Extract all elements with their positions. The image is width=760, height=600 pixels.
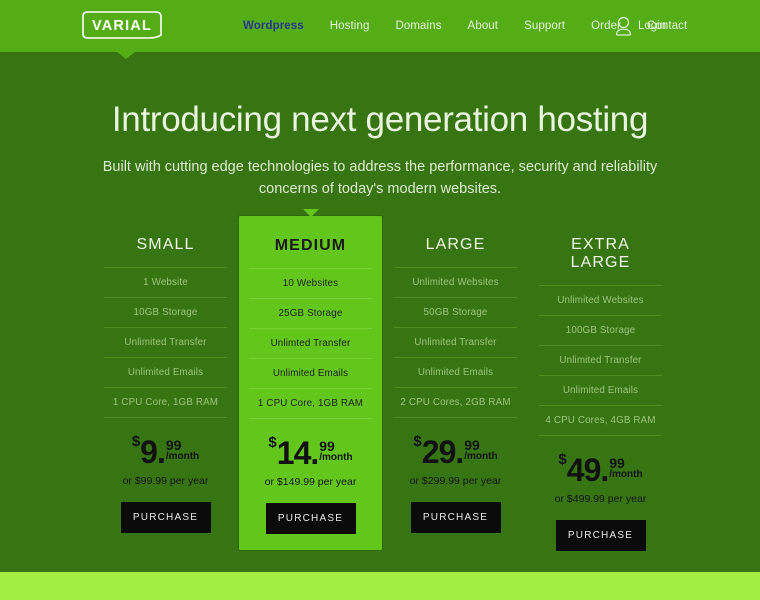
purchase-button[interactable]: PURCHASE <box>410 502 501 533</box>
purchase-button[interactable]: PURCHASE <box>265 503 356 534</box>
plan-yearly-price: or $499.99 per year <box>554 493 647 505</box>
site-header: VARIAL Wordpress Hosting Domains About S… <box>0 0 760 52</box>
plan-feature: Unlimited Transfer <box>124 337 207 348</box>
price-decimal-dot: . <box>600 452 610 488</box>
price-cents: 99 <box>165 437 182 453</box>
plan-divider <box>104 417 227 418</box>
page-title: Introducing next generation hosting <box>111 100 649 139</box>
plan-feature: Unlimited Emails <box>417 367 494 378</box>
price-currency: $ <box>558 451 567 468</box>
login-button[interactable]: Login <box>615 0 666 52</box>
plan-feature: 1 Website <box>143 277 188 288</box>
plan-price: $29. 99/month <box>410 434 502 468</box>
plan-yearly-price: or $149.99 per year <box>264 476 357 488</box>
purchase-button[interactable]: PURCHASE <box>120 502 211 533</box>
svg-text:VARIAL: VARIAL <box>92 18 152 34</box>
price-period: /month <box>609 469 643 480</box>
user-icon <box>615 16 632 36</box>
price-currency: $ <box>131 433 141 450</box>
price-period: /month <box>165 451 200 462</box>
plan-feature: 25GB Storage <box>278 308 343 319</box>
varial-logo[interactable]: VARIAL <box>79 9 165 41</box>
plan-feature: Unlimited Transfer <box>559 355 642 366</box>
plan-feature: Unlimited Emails <box>272 368 349 379</box>
price-cents: 99 <box>464 437 480 453</box>
price-amount: 14 <box>276 435 312 471</box>
price-decimal-dot: . <box>156 434 166 470</box>
plan-title: MEDIUM <box>274 237 347 254</box>
plan-feature: Unlimted Transfer <box>270 338 351 349</box>
nav-item-hosting[interactable]: Hosting <box>317 20 383 32</box>
plan-feature: 10 Websites <box>282 278 339 289</box>
plan-title: LARGE <box>425 236 486 253</box>
pricing-table: SMALL 1 Website 10GB Storage Unlimited T… <box>93 209 673 551</box>
hero-subtitle: Built with cutting edge technologies to … <box>102 158 658 197</box>
plan-price: $14. 99/month <box>265 435 357 469</box>
price-decimal-dot: . <box>455 434 465 470</box>
plan-feature: Unlimited Emails <box>127 367 204 378</box>
plan-price-block: $29. 99/month or $299.99 per year <box>410 434 502 487</box>
plan-feature: 2 CPU Cores, 2GB RAM <box>400 397 511 408</box>
price-currency: $ <box>268 434 277 451</box>
price-amount: 49 <box>566 452 602 488</box>
plan-feature: 1 CPU Core, 1GB RAM <box>112 397 219 408</box>
price-currency: $ <box>413 433 422 450</box>
plan-feature: 10GB Storage <box>133 307 198 318</box>
header-pointer-notch <box>117 52 135 59</box>
plan-price-block: $9. 99/month or $99.99 per year <box>123 434 209 487</box>
price-amount: 9 <box>140 434 158 470</box>
plan-divider <box>539 435 662 436</box>
plan-title: EXTRA LARGE <box>570 236 631 271</box>
plan-divider <box>394 417 517 418</box>
plan-title: SMALL <box>136 236 195 253</box>
footer-accent-band <box>0 572 760 600</box>
plan-price: $9. 99/month <box>123 434 209 468</box>
login-label: Login <box>638 20 667 32</box>
purchase-button[interactable]: PURCHASE <box>555 520 646 551</box>
nav-item-wordpress[interactable]: Wordpress <box>230 20 317 32</box>
nav-item-support[interactable]: Support <box>511 20 578 32</box>
varial-logo-icon: VARIAL <box>82 11 162 39</box>
price-cents: 99 <box>319 438 335 454</box>
price-period: /month <box>464 451 498 462</box>
price-period: /month <box>319 452 353 463</box>
hero-section: Introducing next generation hosting Buil… <box>0 52 760 200</box>
plan-feature: Unlimited Emails <box>562 385 639 396</box>
featured-pointer-notch <box>302 209 319 217</box>
pricing-plan-medium[interactable]: MEDIUM 10 Websites 25GB Storage Unlimted… <box>238 209 383 551</box>
nav-item-about[interactable]: About <box>455 20 512 32</box>
plan-feature: 1 CPU Core, 1GB RAM <box>257 398 364 409</box>
pricing-plan-extra-large[interactable]: EXTRA LARGE Unlimited Websites 100GB Sto… <box>528 225 673 551</box>
pricing-plan-large[interactable]: LARGE Unlimited Websites 50GB Storage Un… <box>383 225 528 551</box>
plan-price: $49. 99/month <box>555 452 647 486</box>
price-cents: 99 <box>609 455 625 471</box>
price-decimal-dot: . <box>310 435 320 471</box>
plan-feature: Unlimited Transfer <box>414 337 497 348</box>
plan-yearly-price: or $99.99 per year <box>122 475 209 487</box>
nav-item-domains[interactable]: Domains <box>382 20 454 32</box>
price-amount: 29 <box>421 434 457 470</box>
plan-feature: Unlimited Websites <box>557 295 644 306</box>
plan-price-block: $49. 99/month or $499.99 per year <box>555 452 647 505</box>
pricing-plan-small[interactable]: SMALL 1 Website 10GB Storage Unlimited T… <box>93 225 238 551</box>
plan-feature: 100GB Storage <box>565 325 636 336</box>
plan-price-block: $14. 99/month or $149.99 per year <box>265 435 357 488</box>
plan-feature: Unlimited Websites <box>412 277 499 288</box>
plan-feature: 50GB Storage <box>423 307 488 318</box>
plan-divider <box>249 418 372 419</box>
plan-yearly-price: or $299.99 per year <box>409 475 502 487</box>
plan-feature: 4 CPU Cores, 4GB RAM <box>545 415 656 426</box>
